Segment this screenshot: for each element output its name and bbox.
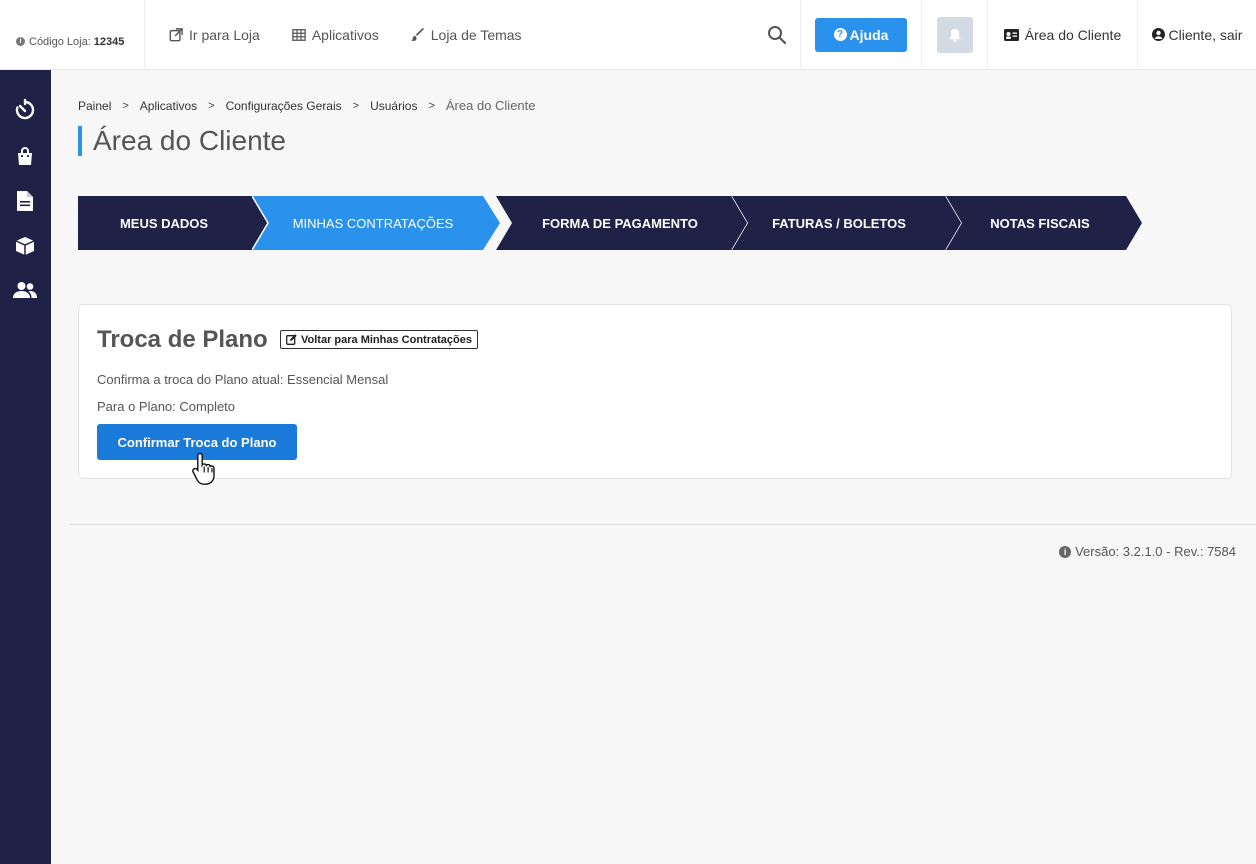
step-label: NOTAS FISCAIS — [990, 215, 1090, 231]
back-link-label: Voltar para Minhas Contratações — [301, 333, 472, 346]
current-plan-text: Confirma a troca do Plano atual: Essenci… — [97, 372, 389, 387]
breadcrumb-current: Área do Cliente — [445, 98, 536, 113]
store-code-label: Código Loja: — [29, 35, 91, 48]
external-link-icon — [169, 27, 183, 41]
edit-icon — [286, 334, 297, 345]
breadcrumb: Painel > Aplicativos > Configurações Ger… — [78, 98, 536, 113]
step-meus-dados[interactable]: MEUS DADOS — [78, 196, 268, 250]
user-circle-icon — [1151, 28, 1165, 41]
nav-label: Ir para Loja — [189, 26, 260, 43]
sidebar — [0, 70, 51, 864]
nav-label: Aplicativos — [311, 26, 379, 43]
help-button[interactable]: ? Ajuda — [815, 17, 907, 52]
step-forma-pagamento[interactable]: FORMA DE PAGAMENTO — [496, 196, 749, 250]
help-label: Ajuda — [849, 26, 889, 43]
sidebar-item-users[interactable] — [13, 278, 37, 302]
card-title: Troca de Plano — [97, 326, 268, 353]
nav-label: Loja de Temas — [430, 26, 522, 43]
sidebar-item-documents[interactable] — [13, 189, 37, 213]
step-minhas-contratacoes[interactable]: MINHAS CONTRATAÇÕES — [252, 196, 504, 250]
steps-navigation: MEUS DADOS MINHAS CONTRATAÇÕES FORMA DE … — [78, 196, 1142, 250]
search-button[interactable] — [753, 0, 801, 69]
info-icon: i — [1059, 545, 1072, 558]
chevron-right-icon: > — [208, 99, 215, 112]
step-label: MEUS DADOS — [119, 215, 209, 231]
store-code: i Código Loja: 12345 — [0, 0, 145, 69]
breadcrumb-item[interactable]: Configurações Gerais — [226, 99, 342, 113]
search-icon — [767, 25, 786, 44]
hand-cursor-icon — [192, 452, 215, 485]
store-code-value: 12345 — [93, 35, 125, 48]
sidebar-item-orders[interactable] — [13, 144, 37, 168]
help-wrapper: ? Ajuda — [801, 0, 922, 69]
breadcrumb-item[interactable]: Aplicativos — [140, 99, 197, 113]
top-bar: i Código Loja: 12345 Ir para Loja Aplica… — [0, 0, 1256, 70]
document-icon — [17, 191, 33, 211]
bell-icon — [949, 28, 960, 42]
logout-label: Cliente, sair — [1168, 26, 1243, 43]
step-faturas-boletos[interactable]: FATURAS / BOLETOS — [732, 196, 963, 250]
breadcrumb-item[interactable]: Painel — [78, 99, 111, 113]
shopping-bag-icon — [18, 147, 32, 165]
back-to-contracts-link[interactable]: Voltar para Minhas Contratações — [280, 330, 478, 349]
step-label: MINHAS CONTRATAÇÕES — [292, 215, 454, 231]
page-title: Área do Cliente — [78, 126, 286, 156]
brush-icon — [410, 27, 424, 41]
chevron-right-icon: > — [428, 99, 435, 112]
chevron-right-icon: > — [352, 99, 360, 112]
breadcrumb-item[interactable]: Usuários — [370, 99, 417, 113]
step-label: FORMA DE PAGAMENTO — [542, 215, 698, 231]
grid-icon — [292, 28, 306, 41]
id-card-icon — [1003, 28, 1019, 41]
client-area-label: Área do Cliente — [1024, 26, 1122, 43]
confirm-button-label: Confirmar Troca do Plano — [117, 434, 277, 450]
sidebar-item-dashboard[interactable] — [13, 98, 37, 122]
nav-apps[interactable]: Aplicativos — [292, 27, 379, 43]
nav-go-to-store[interactable]: Ir para Loja — [169, 27, 260, 43]
version-label: Versão: 3.2.1.0 - Rev.: 7584 — [1075, 544, 1236, 559]
sidebar-item-products[interactable] — [13, 234, 37, 258]
info-icon: i — [16, 37, 25, 46]
logout-link[interactable]: Cliente, sair — [1138, 0, 1256, 69]
notifications-button[interactable] — [936, 16, 973, 53]
nav-theme-store[interactable]: Loja de Temas — [410, 26, 522, 43]
plan-change-card: Troca de Plano Voltar para Minhas Contra… — [78, 304, 1232, 479]
dashboard-timer-icon — [15, 99, 35, 120]
box-icon — [15, 237, 35, 255]
notifications-wrapper — [922, 0, 988, 69]
top-nav: Ir para Loja Aplicativos Loja de Temas — [145, 0, 753, 69]
footer-divider — [69, 524, 1256, 525]
step-notas-fiscais[interactable]: NOTAS FISCAIS — [946, 196, 1142, 250]
client-area-link[interactable]: Área do Cliente — [988, 0, 1138, 69]
version-info: i Versão: 3.2.1.0 - Rev.: 7584 — [1059, 544, 1236, 559]
question-icon: ? — [833, 28, 847, 41]
step-label: FATURAS / BOLETOS — [772, 215, 906, 231]
users-icon — [13, 282, 37, 298]
chevron-right-icon: > — [122, 99, 129, 112]
new-plan-text: Para o Plano: Completo — [97, 399, 236, 414]
